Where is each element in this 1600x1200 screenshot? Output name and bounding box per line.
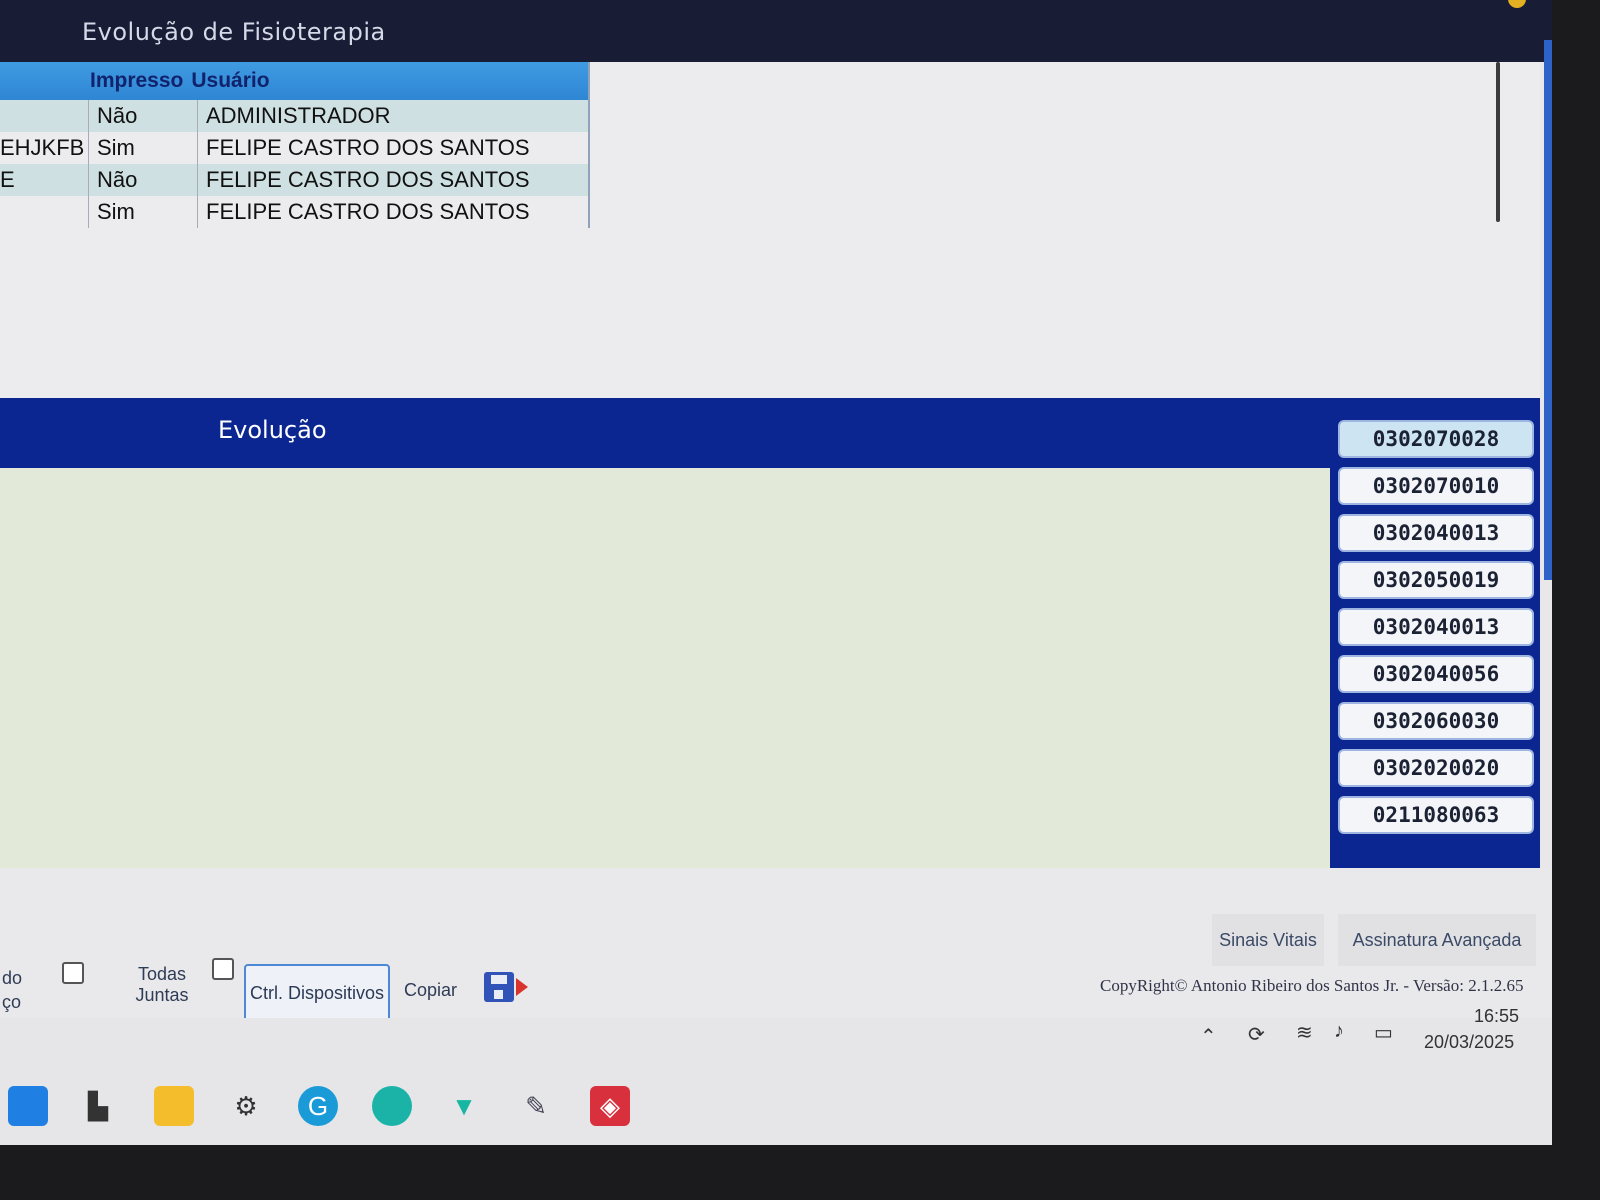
procedure-button[interactable]: 0302040013 (1338, 608, 1534, 646)
clock-date[interactable]: 20/03/2025 (1424, 1032, 1514, 1053)
bottom-toolbar: Sinais Vitais Assinatura Avançada do ço … (0, 868, 1552, 1022)
vpn-shield-icon[interactable]: ▼ (444, 1086, 484, 1126)
grid-header: Impresso Usuário (0, 62, 588, 100)
anydesk-icon[interactable]: ◈ (590, 1086, 630, 1126)
widget-icon[interactable]: ▙ (78, 1086, 118, 1126)
cell-impresso: Sim (88, 132, 197, 164)
tab-assinatura-avancada[interactable]: Assinatura Avançada (1338, 914, 1536, 966)
taskbar: ⌃ ⟳ ≋ ♪ ▭ 16:55 20/03/2025 ▙ ⚙ G ▼ ✎ ◈ (0, 1006, 1552, 1145)
export-arrow-icon (516, 978, 528, 996)
sync-icon[interactable]: ⟳ (1248, 1022, 1265, 1047)
procedure-button[interactable]: 0302040056 (1338, 655, 1534, 693)
table-row[interactable]: Não ADMINISTRADOR (0, 100, 588, 132)
vertical-scrollbar[interactable] (1496, 62, 1500, 222)
records-panel: Impresso Usuário Não ADMINISTRADOR EHJKF… (0, 62, 1540, 402)
cell-usuario: FELIPE CASTRO DOS SANTOS (197, 196, 588, 228)
procedure-button[interactable]: 0302070010 (1338, 467, 1534, 505)
copyright-text: CopyRight© Antonio Ribeiro dos Santos Jr… (1100, 976, 1524, 995)
clock-time[interactable]: 16:55 (1474, 1006, 1519, 1027)
cell-usuario: FELIPE CASTRO DOS SANTOS (197, 132, 588, 164)
table-row[interactable]: E Não FELIPE CASTRO DOS SANTOS (0, 164, 588, 196)
speaker-icon[interactable]: ♪ (1334, 1020, 1344, 1043)
cell-impresso: Não (88, 100, 197, 132)
battery-icon[interactable]: ▭ (1374, 1020, 1393, 1045)
evolucao-label: Evolução (218, 416, 327, 444)
title-bar: Evolução de Fisioterapia (0, 0, 1552, 62)
window-edge-bar (1544, 40, 1552, 580)
cell-code: EHJKFB (0, 135, 85, 160)
procedure-button[interactable]: 0302020020 (1338, 749, 1534, 787)
procedure-button[interactable]: 0302050019 (1338, 561, 1534, 599)
table-row[interactable]: EHJKFB Sim FELIPE CASTRO DOS SANTOS (0, 132, 588, 164)
syringe-app-icon[interactable]: ✎ (516, 1086, 556, 1126)
header-usuario[interactable]: Usuário (191, 69, 269, 93)
cell-usuario: FELIPE CASTRO DOS SANTOS (197, 164, 588, 196)
screen: Evolução de Fisioterapia Impresso Usuári… (0, 0, 1552, 1145)
partial-option-label: ço (2, 992, 22, 1012)
windows-start-icon[interactable] (8, 1086, 48, 1126)
chevron-up-icon[interactable]: ⌃ (1200, 1024, 1217, 1049)
cell-impresso: Não (88, 164, 197, 196)
todas-juntas-checkbox[interactable] (212, 958, 234, 980)
window-title: Evolução de Fisioterapia (82, 18, 386, 46)
juntas-label: Juntas (135, 985, 189, 1005)
evolucao-section: Evolução 0302070028 0302070010 030204001… (0, 398, 1540, 868)
copiar-button[interactable]: Copiar (404, 980, 457, 1001)
edge-icon[interactable] (372, 1086, 412, 1126)
header-impresso[interactable]: Impresso (90, 69, 183, 93)
cell-code: E (0, 167, 15, 192)
cell-usuario: ADMINISTRADOR (197, 100, 588, 132)
search-app-icon[interactable]: G (298, 1086, 338, 1126)
save-icon[interactable] (484, 972, 514, 1002)
records-grid: Impresso Usuário Não ADMINISTRADOR EHJKF… (0, 62, 590, 228)
todas-juntas-label[interactable]: Todas Juntas (122, 964, 202, 1006)
option-checkbox[interactable] (62, 962, 84, 984)
procedure-button[interactable]: 0302040013 (1338, 514, 1534, 552)
partial-option-label: do (2, 968, 23, 988)
procedure-list: 0302070028 0302070010 0302040013 0302050… (1338, 420, 1534, 834)
procedure-button[interactable]: 0211080063 (1338, 796, 1534, 834)
cell-impresso: Sim (88, 196, 197, 228)
warning-icon[interactable] (1508, 0, 1526, 8)
table-row[interactable]: Sim FELIPE CASTRO DOS SANTOS (0, 196, 588, 228)
ctrl-dispositivos-button[interactable]: Ctrl. Dispositivos (244, 964, 390, 1022)
wifi-icon[interactable]: ≋ (1296, 1020, 1313, 1045)
tab-sinais-vitais[interactable]: Sinais Vitais (1212, 914, 1324, 966)
procedure-button[interactable]: 0302060030 (1338, 702, 1534, 740)
settings-icon[interactable]: ⚙ (226, 1086, 266, 1126)
todas-label: Todas (137, 964, 187, 984)
procedure-button[interactable]: 0302070028 (1338, 420, 1534, 458)
evolucao-textarea[interactable] (0, 468, 1330, 868)
file-explorer-icon[interactable] (154, 1086, 194, 1126)
